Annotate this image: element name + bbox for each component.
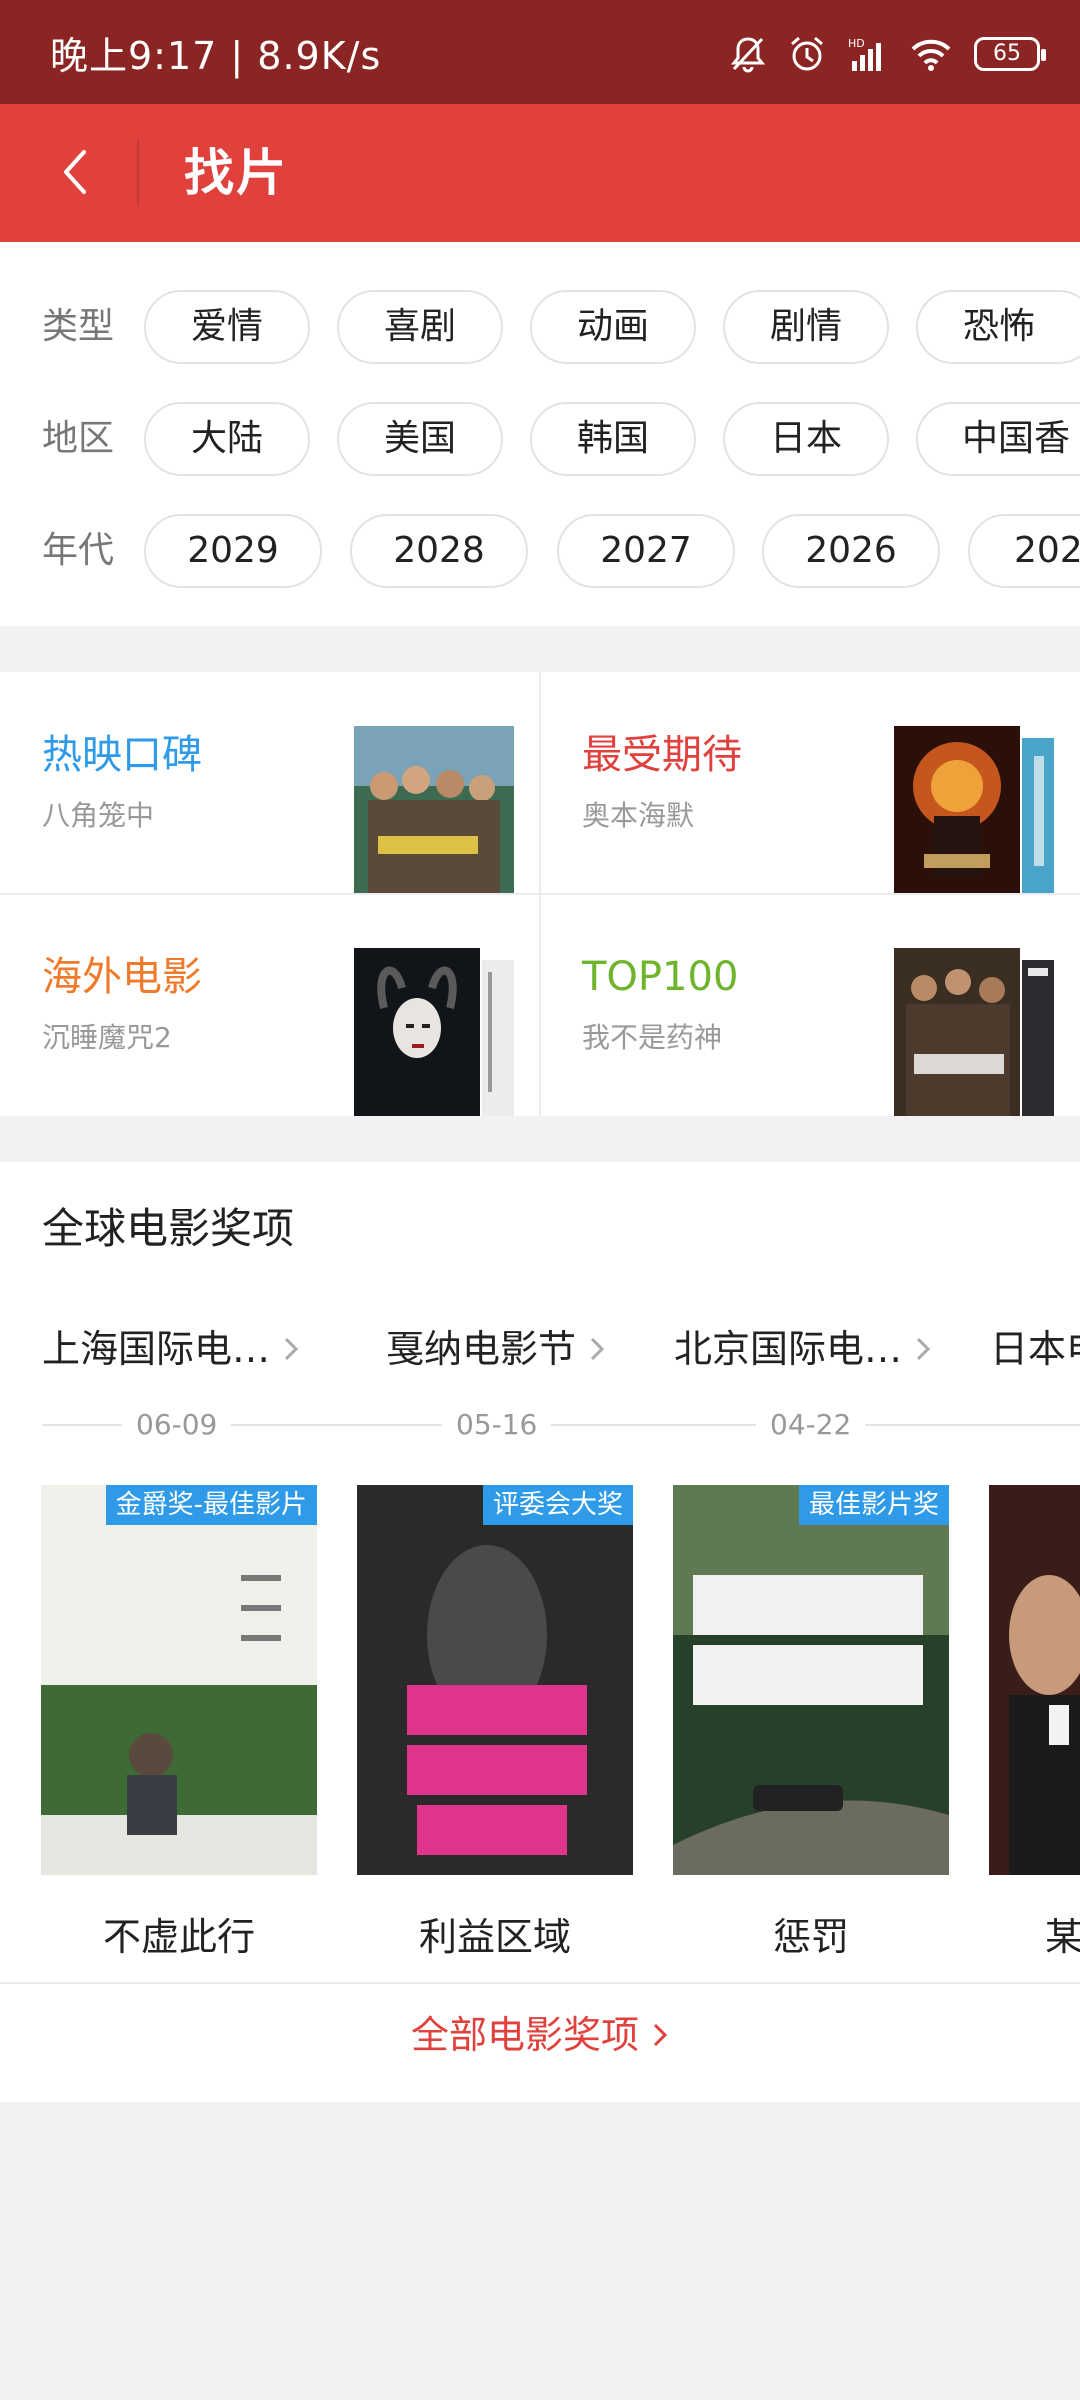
battery-level: 65 [993,41,1021,66]
award-badge: 最佳影片奖 [798,1485,949,1525]
film-title: 某 [1045,1915,1080,1959]
chip-type-romance[interactable]: 爱情 [144,290,310,364]
category-name: 最受期待 [582,732,742,778]
category-sub: 沉睡魔咒2 [42,1021,172,1054]
category-sub: 我不是药神 [582,1021,723,1054]
category-name: TOP100 [582,954,739,1000]
category-sub: 八角笼中 [42,799,155,832]
poster-image [673,1485,949,1875]
festival-label: 北京国际电… [674,1327,903,1371]
bell-off-icon [730,37,766,73]
alarm-icon [791,36,823,71]
chip-year-more[interactable]: 202 [968,514,1080,588]
section-title: 全球电影奖项 [42,1204,295,1253]
poster-image [894,726,1054,894]
chip-type-animation[interactable]: 动画 [530,290,696,364]
filter-row-year: 年代 2029 2028 2027 2026 202 [0,514,1080,588]
wifi-icon [911,39,951,71]
chevron-right-icon [590,1337,605,1361]
awards-section: 全球电影奖项 上海国际电… 戛纳电影节 北京国际电… 日本电 06-09 05-… [0,1162,1080,2102]
section-divider [0,1982,1080,1984]
festival-tab-beijing[interactable]: 北京国际电… [674,1326,932,1372]
svg-text:HD: HD [848,37,865,50]
header-divider [137,140,139,206]
award-badge: 金爵奖-最佳影片 [105,1485,317,1525]
festival-tab-japan[interactable]: 日本电 [990,1326,1080,1372]
category-overseas[interactable]: 海外电影 沉睡魔咒2 [0,894,540,1116]
grid-divider-horizontal [0,893,1080,895]
signal-icon: HD [848,37,881,71]
chevron-right-icon [284,1337,299,1361]
chevron-right-icon [653,2023,668,2047]
festival-date: 04-22 [756,1406,866,1444]
category-name: 热映口碑 [42,732,202,778]
award-film-card[interactable]: 金爵奖-最佳影片 [41,1485,317,1875]
chip-region-korea[interactable]: 韩国 [530,402,696,476]
category-anticipated[interactable]: 最受期待 奥本海默 [540,672,1080,894]
all-awards-label: 全部电影奖项 [410,2013,639,2057]
filter-label-type: 类型 [42,306,115,347]
festival-tab-shanghai[interactable]: 上海国际电… [42,1326,300,1372]
festival-label: 上海国际电… [42,1327,271,1371]
festival-date: 06-09 [122,1406,232,1444]
category-top100[interactable]: TOP100 我不是药神 [540,894,1080,1116]
chip-region-japan[interactable]: 日本 [723,402,889,476]
film-title: 利益区域 [418,1915,571,1959]
chevron-right-icon [916,1337,931,1361]
chip-type-horror[interactable]: 恐怖 [916,290,1080,364]
status-bar: 晚上9:17 | 8.9K/s HD 65 [0,0,1080,104]
category-sub: 奥本海默 [582,799,695,832]
filter-row-region: 地区 大陆 美国 韩国 日本 中国香 [0,402,1080,476]
poster-image [357,1485,633,1875]
award-film-card[interactable]: 评委会大奖 [357,1485,633,1875]
back-icon[interactable] [46,142,106,202]
page-title: 找片 [184,144,288,202]
festival-label: 日本电 [990,1327,1080,1371]
battery-icon: 65 [974,37,1046,71]
award-badge: 评委会大奖 [482,1485,633,1525]
chip-type-comedy[interactable]: 喜剧 [337,290,503,364]
filter-panel: 类型 爱情 喜剧 动画 剧情 恐怖 地区 大陆 美国 韩国 日本 中国香 年代 … [0,242,1080,626]
all-awards-link[interactable]: 全部电影奖项 [0,2010,1080,2060]
chip-region-usa[interactable]: 美国 [337,402,503,476]
chip-region-hongkong[interactable]: 中国香 [916,402,1080,476]
poster-image [354,948,514,1116]
chip-type-drama[interactable]: 剧情 [723,290,889,364]
award-film-card[interactable]: 最佳影片奖 [673,1485,949,1875]
festival-date: 05-16 [442,1406,552,1444]
award-film-card[interactable] [989,1485,1080,1875]
filter-row-type: 类型 爱情 喜剧 动画 剧情 恐怖 [0,290,1080,364]
chip-year-2027[interactable]: 2027 [557,514,735,588]
app-header: 找片 [0,104,1080,242]
film-title: 不虚此行 [102,1915,255,1959]
category-name: 海外电影 [42,954,202,1000]
status-time: 晚上9:17 | 8.9K/s [50,34,382,78]
poster-image [41,1485,317,1875]
filter-label-year: 年代 [42,530,115,571]
poster-image [989,1485,1080,1875]
festival-tab-cannes[interactable]: 戛纳电影节 [386,1326,606,1372]
chip-year-2026[interactable]: 2026 [762,514,940,588]
poster-image [894,948,1054,1116]
category-hot[interactable]: 热映口碑 八角笼中 [0,672,540,894]
chip-year-2028[interactable]: 2028 [350,514,528,588]
poster-image [354,726,514,894]
film-title: 惩罚 [772,1915,849,1959]
category-grid: 热映口碑 八角笼中 最受期待 奥本海默 海外电影 沉睡魔咒2 TOP100 我不… [0,672,1080,1116]
chip-region-mainland[interactable]: 大陆 [144,402,310,476]
status-icons: HD 65 [730,34,1046,74]
filter-label-region: 地区 [42,418,115,459]
chip-year-2029[interactable]: 2029 [144,514,322,588]
festival-label: 戛纳电影节 [386,1327,577,1371]
